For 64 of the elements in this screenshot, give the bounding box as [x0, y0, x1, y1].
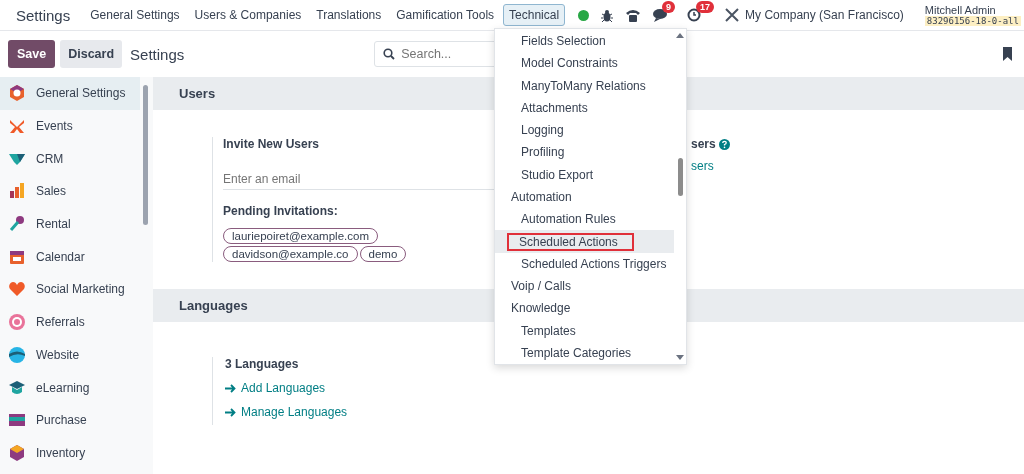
sidebar-item[interactable]: Purchase [0, 403, 140, 437]
app-icon [8, 443, 26, 462]
database-label: 83296156-18-0-all [924, 16, 1021, 27]
dropdown-item[interactable]: Scheduled Actions [495, 230, 674, 253]
save-button[interactable]: Save [8, 40, 56, 68]
language-link[interactable]: Add Languages [241, 381, 326, 395]
app-icon [8, 215, 26, 234]
scrollbar-thumb[interactable] [677, 158, 683, 196]
scroll-down-icon[interactable] [676, 355, 684, 360]
menu-item[interactable]: Translations [310, 4, 388, 26]
phone-icon[interactable] [625, 8, 642, 22]
dropdown-item[interactable]: Scheduled Actions Triggers [495, 252, 674, 275]
arrow-icon [225, 407, 236, 417]
sidebar-item[interactable]: General Settings [0, 77, 140, 110]
dropdown-item[interactable]: Automation Rules [495, 208, 674, 231]
app-icon [8, 84, 26, 103]
sidebar-item[interactable]: Calendar [0, 240, 140, 274]
menu-section-item[interactable]: Knowledge [495, 297, 674, 320]
app-title: Settings [16, 6, 71, 24]
sidebar-item[interactable]: Inventory [0, 436, 140, 470]
app-icon [8, 345, 26, 364]
notification-badge: 9 [662, 1, 676, 13]
user-name[interactable]: Mitchell Admin [924, 3, 1021, 17]
sidebar-item[interactable]: CRM [0, 142, 140, 176]
sidebar-item[interactable]: Sales [0, 175, 140, 208]
app-icon [8, 313, 26, 332]
company-switcher[interactable]: My Company (San Francisco) [745, 8, 904, 22]
language-link[interactable]: Manage Languages [241, 405, 348, 419]
dropdown-item[interactable]: Profiling [495, 141, 674, 164]
bookmark-icon[interactable] [1001, 47, 1012, 61]
menu-item[interactable]: General Settings [84, 4, 186, 26]
sidebar-item[interactable]: Referrals [0, 305, 140, 339]
sidebar-item[interactable]: Rental [0, 207, 140, 241]
app-icon [8, 280, 26, 299]
page-title: Settings [130, 45, 185, 63]
status-dot-icon[interactable] [578, 9, 590, 21]
arrow-icon [225, 383, 236, 393]
menu-item[interactable]: Gamification Tools [390, 4, 501, 26]
language-count: 3 Languages [225, 357, 299, 371]
scroll-up-icon[interactable] [676, 33, 684, 38]
chat-icon[interactable] [653, 8, 670, 22]
sidebar-item[interactable]: Website [0, 338, 140, 372]
setting-label: Invite New Users [223, 137, 321, 151]
app-icon [8, 117, 26, 136]
help-icon[interactable] [718, 138, 730, 150]
dropdown-item[interactable]: Logging [495, 119, 674, 142]
app-icon [8, 182, 26, 201]
menu-item[interactable]: Users & Companies [188, 4, 308, 26]
clock-icon[interactable] [687, 8, 702, 22]
discard-button[interactable]: Discard [60, 40, 123, 68]
tools-icon[interactable] [725, 8, 740, 22]
notification-badge: 17 [696, 1, 715, 13]
setting-label: Pending Invitations: [223, 204, 339, 218]
sidebar-item[interactable]: Events [0, 109, 140, 143]
dropdown-item[interactable]: Templates [495, 319, 674, 342]
menu-item[interactable]: Technical [503, 4, 566, 26]
dropdown-item[interactable]: Template Categories [495, 341, 674, 364]
bug-icon[interactable] [601, 8, 614, 22]
setting-label: sers [691, 137, 716, 151]
users-link[interactable]: sers [691, 159, 730, 173]
app-icon [8, 378, 26, 397]
sidebar-item[interactable]: Social Marketing [0, 273, 140, 306]
sidebar-item[interactable]: eLearning [0, 371, 140, 404]
dropdown-item[interactable]: ManyToMany Relations [495, 74, 674, 97]
